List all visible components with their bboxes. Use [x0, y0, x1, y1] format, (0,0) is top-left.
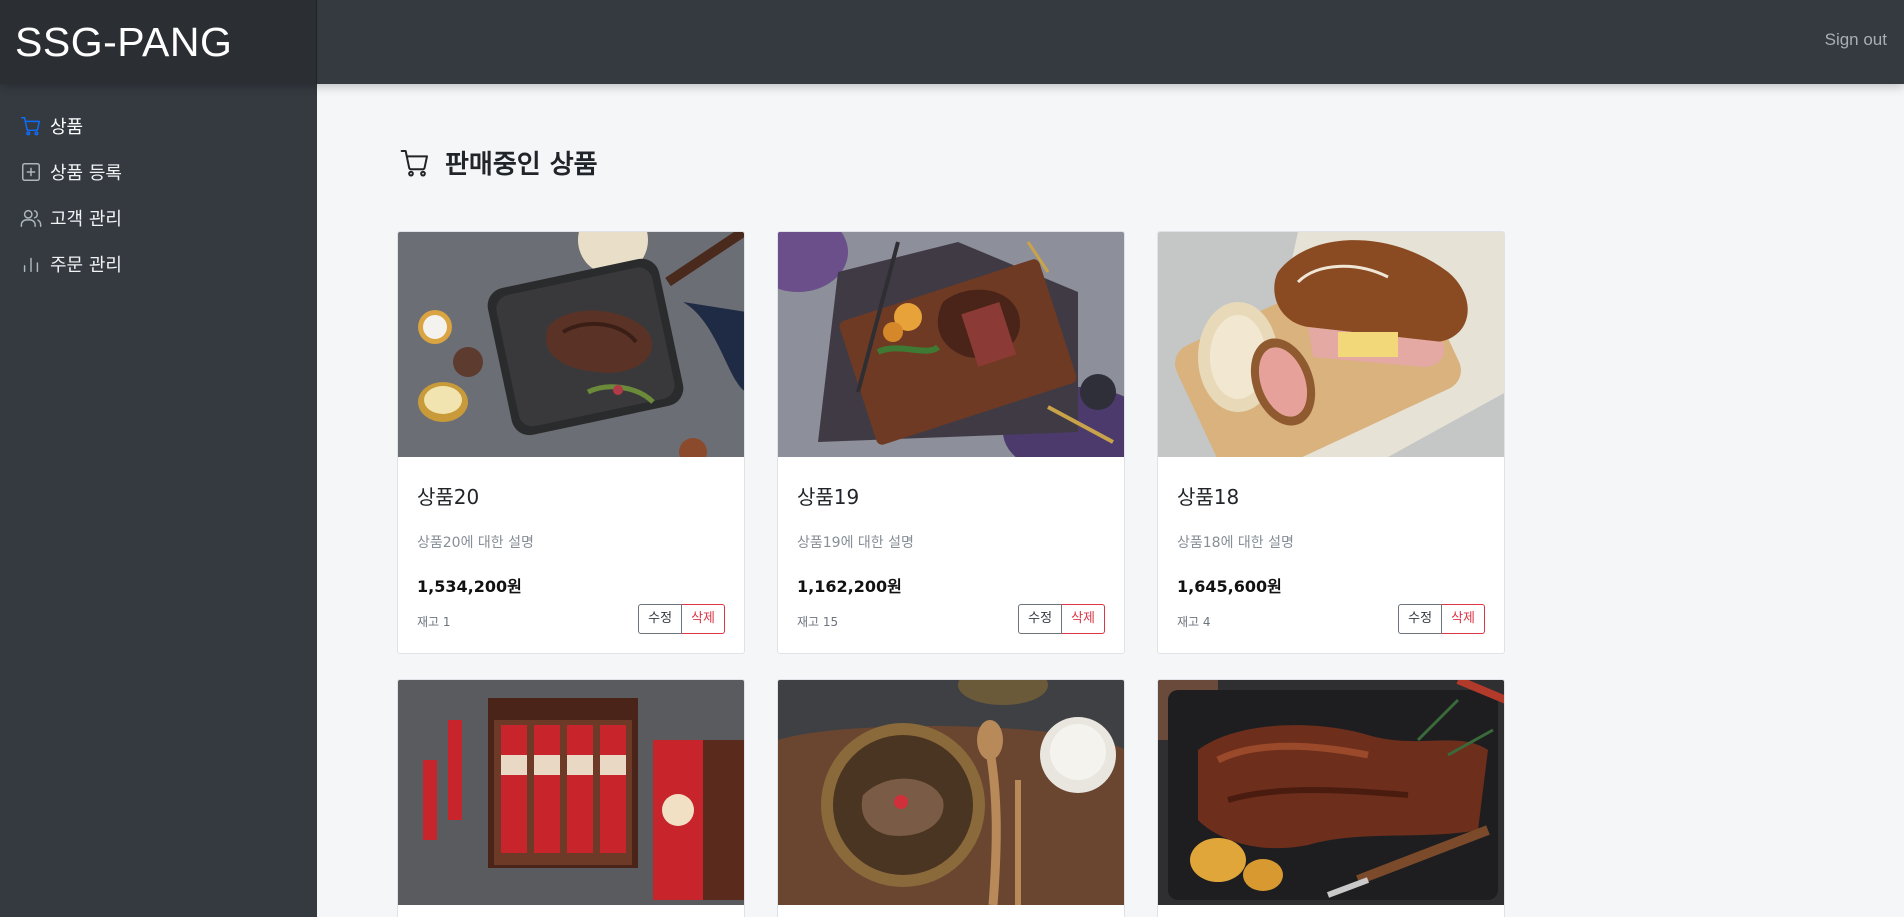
product-price: 1,534,200원: [417, 577, 522, 596]
sign-out-link[interactable]: Sign out: [1825, 30, 1887, 50]
sidebar-item-register-product[interactable]: 상품 등록: [20, 157, 122, 187]
edit-button[interactable]: 수정: [1398, 604, 1443, 634]
sidebar-item-label: 상품 등록: [50, 163, 122, 184]
sidebar-item-products[interactable]: 상품: [20, 111, 83, 141]
product-image[interactable]: [778, 680, 1124, 905]
product-actions: 수정 삭제: [1398, 604, 1485, 634]
product-name[interactable]: 상품20: [417, 481, 725, 510]
bar-chart-icon: [23, 257, 39, 273]
sidebar: 상품 상품 등록 고객 관리 주문 관리: [0, 84, 317, 917]
cart-icon: [400, 149, 428, 177]
brand-logo[interactable]: SSG-PANG: [0, 0, 317, 84]
product-description: 상품19에 대한 설명: [797, 535, 914, 551]
product-image[interactable]: [1158, 680, 1504, 905]
users-icon: [20, 209, 42, 227]
product-card[interactable]: 상품20 상품20에 대한 설명 1,534,200원 재고 1 수정 삭제: [397, 231, 745, 654]
product-card[interactable]: 상품18 상품18에 대한 설명 1,645,600원 재고 4 수정 삭제: [1157, 231, 1505, 654]
sidebar-item-label: 주문 관리: [50, 255, 122, 276]
product-card[interactable]: [397, 679, 745, 917]
delete-button[interactable]: 삭제: [1061, 604, 1105, 634]
edit-button[interactable]: 수정: [638, 604, 683, 634]
product-image[interactable]: [398, 680, 744, 905]
product-stock: 재고 15: [797, 615, 839, 629]
product-name[interactable]: 상품19: [797, 481, 1105, 510]
top-navbar: SSG-PANG Sign out: [0, 0, 1904, 84]
product-image[interactable]: [778, 232, 1124, 457]
product-card[interactable]: [1157, 679, 1505, 917]
sidebar-item-label: 상품: [50, 117, 84, 138]
delete-button[interactable]: 삭제: [1441, 604, 1485, 634]
sidebar-item-orders[interactable]: 주문 관리: [20, 249, 122, 279]
plus-square-icon: [22, 163, 40, 181]
product-card[interactable]: 상품19 상품19에 대한 설명 1,162,200원 재고 15 수정 삭제: [777, 231, 1125, 654]
product-description: 상품18에 대한 설명: [1177, 535, 1294, 551]
product-price: 1,645,600원: [1177, 577, 1282, 596]
product-actions: 수정 삭제: [638, 604, 725, 634]
product-name[interactable]: 상품18: [1177, 481, 1485, 510]
product-image[interactable]: [398, 232, 744, 457]
product-image[interactable]: [1158, 232, 1504, 457]
product-actions: 수정 삭제: [1018, 604, 1105, 634]
product-stock: 재고 1: [417, 615, 451, 629]
product-price: 1,162,200원: [797, 577, 902, 596]
delete-button[interactable]: 삭제: [681, 604, 725, 634]
sidebar-item-customers[interactable]: 고객 관리: [20, 203, 122, 233]
page-title: 판매중인 상품: [399, 144, 598, 181]
product-stock: 재고 4: [1177, 615, 1211, 629]
product-card[interactable]: [777, 679, 1125, 917]
page-title-text: 판매중인 상품: [445, 150, 598, 180]
cart-icon: [21, 117, 40, 136]
product-description: 상품20에 대한 설명: [417, 535, 534, 551]
edit-button[interactable]: 수정: [1018, 604, 1063, 634]
sidebar-item-label: 고객 관리: [50, 209, 122, 230]
